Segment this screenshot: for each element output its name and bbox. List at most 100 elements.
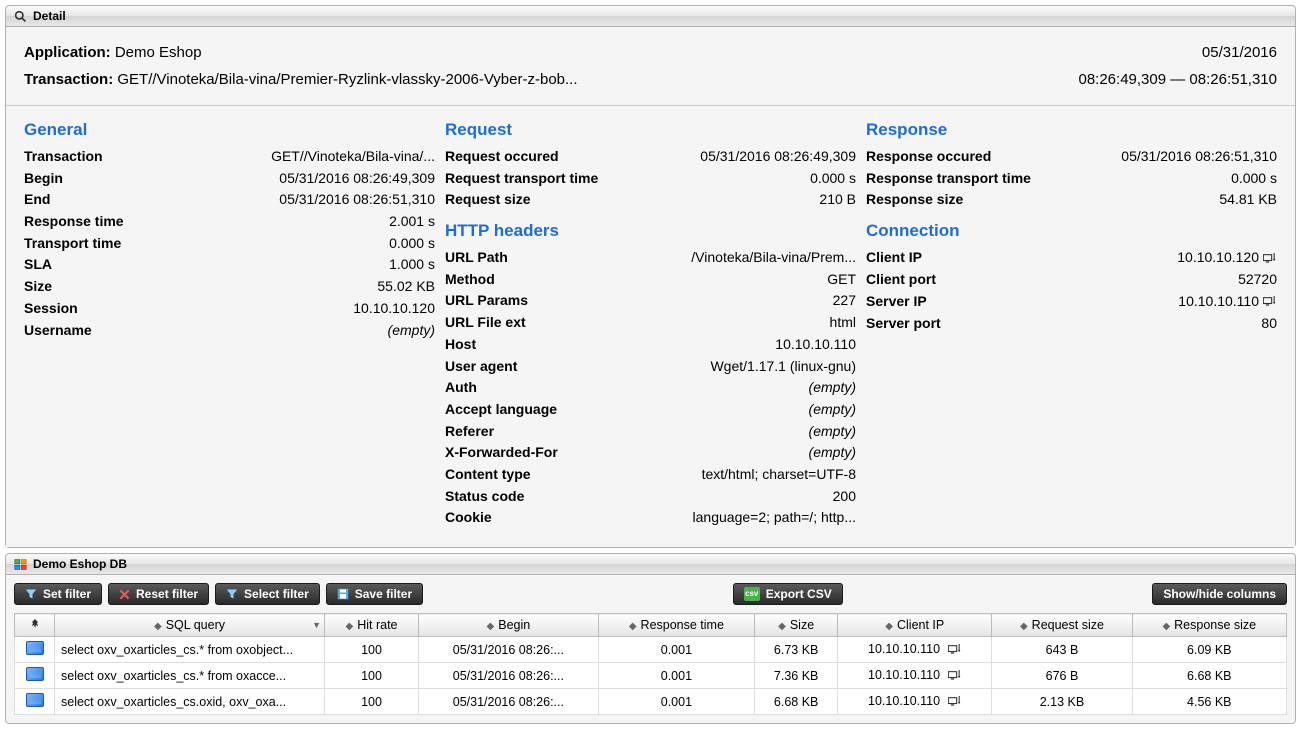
kv-value: language=2; path=/; http... (693, 507, 856, 529)
network-icon (948, 695, 962, 709)
kv-value: 05/31/2016 08:26:49,309 (700, 146, 856, 168)
column-header[interactable]: ◆Hit rate (325, 614, 419, 637)
kv-key: SLA (24, 254, 62, 276)
chart-icon (26, 641, 44, 655)
table-row[interactable]: select oxv_oxarticles_cs.* from oxobject… (15, 637, 1287, 663)
table-row[interactable]: select oxv_oxarticles_cs.oxid, oxv_oxa..… (15, 689, 1287, 715)
column-header[interactable]: ◆ Response time (598, 614, 754, 637)
kv-row: Referer(empty) (445, 421, 856, 443)
kv-row: URL Params227 (445, 290, 856, 312)
size-cell: 7.36 KB (755, 663, 838, 689)
kv-row: X-Forwarded-For(empty) (445, 442, 856, 464)
kv-value: Wget/1.17.1 (linux-gnu) (710, 356, 856, 378)
network-icon (948, 669, 962, 683)
kv-key: Client port (866, 269, 946, 291)
kv-row: Server IP10.10.10.110 (866, 291, 1277, 313)
chart-cell[interactable] (15, 689, 55, 715)
sort-icon[interactable]: ◆ (1020, 621, 1028, 632)
sort-icon[interactable]: ◆ (154, 621, 162, 632)
kv-value: 52720 (1238, 269, 1277, 291)
sort-icon[interactable]: ◆ (487, 621, 495, 632)
chart-cell[interactable] (15, 637, 55, 663)
kv-key: Transaction (24, 146, 113, 168)
kv-key: Request occured (445, 146, 569, 168)
application-label: Application: (24, 39, 111, 66)
hitrate-cell: 100 (325, 637, 419, 663)
kv-row: Session 10.10.10.120 (24, 298, 435, 320)
request-column: Request Request occured05/31/2016 08:26:… (445, 116, 856, 529)
kv-value: 10.10.10.120 (353, 298, 435, 320)
set-filter-button[interactable]: Set filter (14, 583, 102, 605)
kv-row: Status code200 (445, 486, 856, 508)
sort-icon[interactable]: ◆ (778, 621, 786, 632)
summary-date: 05/31/2016 (1078, 39, 1277, 66)
sort-icon[interactable]: ◆ (885, 621, 893, 632)
sort-icon[interactable]: ◆ (629, 621, 637, 632)
begin-cell: 05/31/2016 08:26:... (419, 689, 599, 715)
kv-value: 210 B (819, 189, 856, 211)
kv-row: MethodGET (445, 269, 856, 291)
sort-icon[interactable]: ◆ (1162, 621, 1170, 632)
begin-cell: 05/31/2016 08:26:... (419, 637, 599, 663)
select-filter-button[interactable]: Select filter (215, 583, 320, 605)
kv-key: Session (24, 298, 88, 320)
export-csv-button[interactable]: csv Export CSV (733, 583, 843, 605)
kv-value: text/html; charset=UTF-8 (702, 464, 856, 486)
db-title: Demo Eshop DB (33, 557, 127, 571)
chevron-down-icon[interactable]: ▼ (312, 620, 321, 630)
column-label: Hit rate (357, 618, 397, 632)
column-header[interactable]: ◆Begin (419, 614, 599, 637)
kv-row: User agent Wget/1.17.1 (linux-gnu) (445, 356, 856, 378)
kv-value: (empty) (809, 399, 856, 421)
chart-cell[interactable] (15, 663, 55, 689)
kv-key: User agent (445, 356, 527, 378)
kv-key: Client IP (866, 247, 932, 269)
sort-icon[interactable]: ◆ (346, 621, 354, 632)
kv-row: URL File exthtml (445, 312, 856, 334)
reqsize-cell: 676 B (992, 663, 1132, 689)
kv-key: Content type (445, 464, 541, 486)
save-filter-button[interactable]: Save filter (326, 583, 423, 605)
ip-cell: 10.10.10.110 (838, 637, 992, 663)
kv-value: html (830, 312, 856, 334)
detail-header: Detail (6, 6, 1295, 27)
column-header[interactable] (15, 614, 55, 637)
size-cell: 6.68 KB (755, 689, 838, 715)
column-header[interactable]: ◆Response size (1132, 614, 1286, 637)
table-row[interactable]: select oxv_oxarticles_cs.* from oxacce..… (15, 663, 1287, 689)
column-header[interactable]: ◆Size (755, 614, 838, 637)
kv-value: 0.000 s (1231, 168, 1277, 190)
hitrate-cell: 100 (325, 689, 419, 715)
kv-key: Request transport time (445, 168, 608, 190)
kv-row: End05/31/2016 08:26:51,310 (24, 189, 435, 211)
kv-value: (empty) (809, 377, 856, 399)
summary-time-range: 08:26:49,309 — 08:26:51,310 (1078, 66, 1277, 93)
kv-row: Response time2.001 s (24, 211, 435, 233)
hitrate-cell: 100 (325, 663, 419, 689)
respsize-cell: 6.68 KB (1132, 663, 1286, 689)
kv-value: 0.000 s (810, 168, 856, 190)
reset-filter-button[interactable]: Reset filter (108, 583, 209, 605)
application-value: Demo Eshop (115, 44, 202, 61)
show-hide-columns-button[interactable]: Show/hide columns (1152, 583, 1287, 605)
kv-key: Host (445, 334, 486, 356)
filter-icon (226, 588, 238, 600)
kv-row: Host10.10.10.110 (445, 334, 856, 356)
kv-row: Response transport time0.000 s (866, 168, 1277, 190)
kv-row: Size55.02 KB (24, 276, 435, 298)
kv-key: Accept language (445, 399, 567, 421)
column-label: Response time (641, 618, 724, 632)
respsize-cell: 4.56 KB (1132, 689, 1286, 715)
kv-key: Begin (24, 168, 73, 190)
kv-key: Transport time (24, 233, 131, 255)
kv-row: TransactionGET//Vinoteka/Bila-vina/... (24, 146, 435, 168)
http-headers-title: HTTP headers (445, 221, 856, 241)
reqsize-cell: 643 B (992, 637, 1132, 663)
column-header[interactable]: ◆Request size (992, 614, 1132, 637)
response-title: Response (866, 120, 1277, 140)
detail-title: Detail (33, 9, 66, 23)
column-header[interactable]: ◆SQL query▼ (55, 614, 325, 637)
respsize-cell: 6.09 KB (1132, 637, 1286, 663)
column-header[interactable]: ◆Client IP (838, 614, 992, 637)
kv-value: /Vinoteka/Bila-vina/Prem... (691, 247, 856, 269)
